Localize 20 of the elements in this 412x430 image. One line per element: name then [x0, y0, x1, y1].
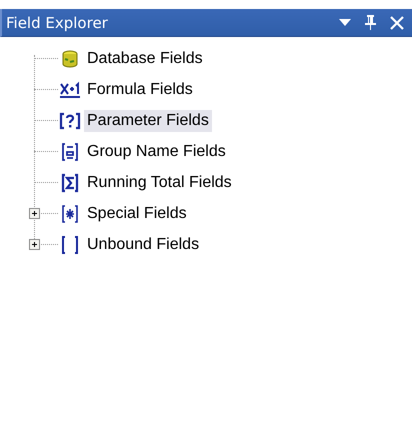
special-field-icon	[61, 204, 79, 224]
tree-item[interactable]: Group Name Fields	[84, 140, 229, 162]
group-name-icon	[61, 142, 79, 162]
parameter-icon	[59, 112, 81, 130]
tree-item[interactable]: Unbound Fields	[84, 234, 202, 256]
tree-item[interactable]: Special Fields	[84, 202, 190, 224]
tree-item[interactable]: Running Total Fields	[84, 172, 235, 194]
window-title: Field Explorer	[6, 14, 109, 32]
tree-item[interactable]: Formula Fields	[84, 78, 196, 100]
close-icon[interactable]	[390, 16, 404, 30]
pin-icon[interactable]	[365, 15, 376, 30]
database-icon	[61, 50, 79, 68]
expand-icon[interactable]	[29, 239, 40, 250]
dropdown-icon[interactable]	[339, 19, 351, 26]
formula-icon	[59, 80, 81, 98]
sigma-icon	[61, 172, 79, 192]
tree-item[interactable]: Database Fields	[84, 48, 206, 70]
tree-item[interactable]: Parameter Fields	[84, 110, 212, 132]
unbound-field-icon	[61, 234, 79, 254]
expand-icon[interactable]	[29, 208, 40, 219]
